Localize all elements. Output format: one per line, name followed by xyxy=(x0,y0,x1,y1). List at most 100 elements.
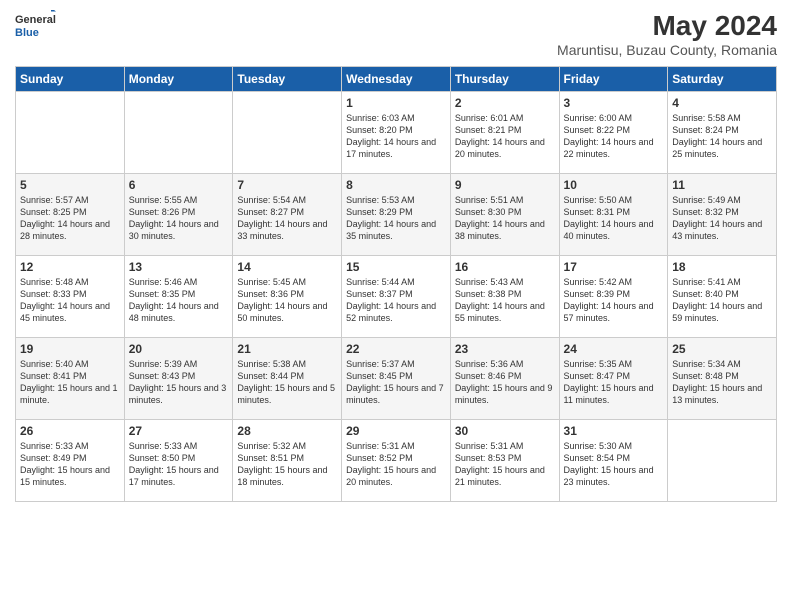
day-number: 12 xyxy=(20,260,120,274)
day-info: Sunrise: 5:36 AMSunset: 8:46 PMDaylight:… xyxy=(455,358,555,407)
day-info: Sunrise: 5:39 AMSunset: 8:43 PMDaylight:… xyxy=(129,358,229,407)
day-number: 17 xyxy=(564,260,664,274)
day-info: Sunrise: 5:32 AMSunset: 8:51 PMDaylight:… xyxy=(237,440,337,489)
day-info: Sunrise: 5:58 AMSunset: 8:24 PMDaylight:… xyxy=(672,112,772,161)
day-info: Sunrise: 6:00 AMSunset: 8:22 PMDaylight:… xyxy=(564,112,664,161)
page: General Blue May 2024 Maruntisu, Buzau C… xyxy=(0,0,792,612)
day-number: 18 xyxy=(672,260,772,274)
calendar-header-row: Sunday Monday Tuesday Wednesday Thursday… xyxy=(16,67,777,92)
col-saturday: Saturday xyxy=(668,67,777,92)
col-tuesday: Tuesday xyxy=(233,67,342,92)
calendar-cell-0-5: 3 Sunrise: 6:00 AMSunset: 8:22 PMDayligh… xyxy=(559,92,668,174)
day-number: 31 xyxy=(564,424,664,438)
calendar-cell-1-6: 11 Sunrise: 5:49 AMSunset: 8:32 PMDaylig… xyxy=(668,174,777,256)
subtitle: Maruntisu, Buzau County, Romania xyxy=(557,42,777,58)
day-number: 16 xyxy=(455,260,555,274)
day-number: 26 xyxy=(20,424,120,438)
calendar-cell-0-2 xyxy=(233,92,342,174)
calendar-cell-2-6: 18 Sunrise: 5:41 AMSunset: 8:40 PMDaylig… xyxy=(668,256,777,338)
day-info: Sunrise: 5:50 AMSunset: 8:31 PMDaylight:… xyxy=(564,194,664,243)
calendar-cell-0-4: 2 Sunrise: 6:01 AMSunset: 8:21 PMDayligh… xyxy=(450,92,559,174)
week-row-1: 1 Sunrise: 6:03 AMSunset: 8:20 PMDayligh… xyxy=(16,92,777,174)
day-number: 2 xyxy=(455,96,555,110)
week-row-4: 19 Sunrise: 5:40 AMSunset: 8:41 PMDaylig… xyxy=(16,338,777,420)
calendar-cell-1-4: 9 Sunrise: 5:51 AMSunset: 8:30 PMDayligh… xyxy=(450,174,559,256)
calendar-cell-2-0: 12 Sunrise: 5:48 AMSunset: 8:33 PMDaylig… xyxy=(16,256,125,338)
calendar-cell-1-3: 8 Sunrise: 5:53 AMSunset: 8:29 PMDayligh… xyxy=(342,174,451,256)
svg-text:General: General xyxy=(15,14,56,26)
day-number: 3 xyxy=(564,96,664,110)
day-info: Sunrise: 5:34 AMSunset: 8:48 PMDaylight:… xyxy=(672,358,772,407)
calendar-cell-2-4: 16 Sunrise: 5:43 AMSunset: 8:38 PMDaylig… xyxy=(450,256,559,338)
logo-icon: General Blue xyxy=(15,10,75,40)
calendar-cell-4-3: 29 Sunrise: 5:31 AMSunset: 8:52 PMDaylig… xyxy=(342,420,451,502)
day-number: 30 xyxy=(455,424,555,438)
calendar-cell-3-4: 23 Sunrise: 5:36 AMSunset: 8:46 PMDaylig… xyxy=(450,338,559,420)
calendar-cell-2-2: 14 Sunrise: 5:45 AMSunset: 8:36 PMDaylig… xyxy=(233,256,342,338)
week-row-5: 26 Sunrise: 5:33 AMSunset: 8:49 PMDaylig… xyxy=(16,420,777,502)
day-info: Sunrise: 5:49 AMSunset: 8:32 PMDaylight:… xyxy=(672,194,772,243)
day-info: Sunrise: 5:41 AMSunset: 8:40 PMDaylight:… xyxy=(672,276,772,325)
calendar-cell-0-0 xyxy=(16,92,125,174)
calendar-cell-2-1: 13 Sunrise: 5:46 AMSunset: 8:35 PMDaylig… xyxy=(124,256,233,338)
calendar-cell-2-3: 15 Sunrise: 5:44 AMSunset: 8:37 PMDaylig… xyxy=(342,256,451,338)
calendar-cell-4-0: 26 Sunrise: 5:33 AMSunset: 8:49 PMDaylig… xyxy=(16,420,125,502)
day-info: Sunrise: 5:33 AMSunset: 8:50 PMDaylight:… xyxy=(129,440,229,489)
day-number: 22 xyxy=(346,342,446,356)
day-number: 19 xyxy=(20,342,120,356)
day-info: Sunrise: 5:53 AMSunset: 8:29 PMDaylight:… xyxy=(346,194,446,243)
day-info: Sunrise: 5:44 AMSunset: 8:37 PMDaylight:… xyxy=(346,276,446,325)
day-number: 13 xyxy=(129,260,229,274)
day-number: 7 xyxy=(237,178,337,192)
day-info: Sunrise: 5:46 AMSunset: 8:35 PMDaylight:… xyxy=(129,276,229,325)
day-number: 27 xyxy=(129,424,229,438)
day-info: Sunrise: 5:31 AMSunset: 8:53 PMDaylight:… xyxy=(455,440,555,489)
calendar-cell-3-1: 20 Sunrise: 5:39 AMSunset: 8:43 PMDaylig… xyxy=(124,338,233,420)
header: General Blue May 2024 Maruntisu, Buzau C… xyxy=(15,10,777,58)
logo: General Blue xyxy=(15,10,75,40)
col-thursday: Thursday xyxy=(450,67,559,92)
day-info: Sunrise: 5:55 AMSunset: 8:26 PMDaylight:… xyxy=(129,194,229,243)
day-number: 15 xyxy=(346,260,446,274)
day-number: 23 xyxy=(455,342,555,356)
calendar-table: Sunday Monday Tuesday Wednesday Thursday… xyxy=(15,66,777,502)
calendar-cell-1-5: 10 Sunrise: 5:50 AMSunset: 8:31 PMDaylig… xyxy=(559,174,668,256)
day-number: 10 xyxy=(564,178,664,192)
day-number: 28 xyxy=(237,424,337,438)
day-info: Sunrise: 5:30 AMSunset: 8:54 PMDaylight:… xyxy=(564,440,664,489)
title-block: May 2024 Maruntisu, Buzau County, Romani… xyxy=(557,10,777,58)
day-info: Sunrise: 5:38 AMSunset: 8:44 PMDaylight:… xyxy=(237,358,337,407)
calendar-cell-3-2: 21 Sunrise: 5:38 AMSunset: 8:44 PMDaylig… xyxy=(233,338,342,420)
calendar-cell-2-5: 17 Sunrise: 5:42 AMSunset: 8:39 PMDaylig… xyxy=(559,256,668,338)
day-number: 24 xyxy=(564,342,664,356)
col-friday: Friday xyxy=(559,67,668,92)
main-title: May 2024 xyxy=(557,10,777,42)
day-number: 9 xyxy=(455,178,555,192)
day-info: Sunrise: 5:48 AMSunset: 8:33 PMDaylight:… xyxy=(20,276,120,325)
week-row-3: 12 Sunrise: 5:48 AMSunset: 8:33 PMDaylig… xyxy=(16,256,777,338)
day-number: 25 xyxy=(672,342,772,356)
day-info: Sunrise: 5:43 AMSunset: 8:38 PMDaylight:… xyxy=(455,276,555,325)
calendar-cell-3-3: 22 Sunrise: 5:37 AMSunset: 8:45 PMDaylig… xyxy=(342,338,451,420)
col-sunday: Sunday xyxy=(16,67,125,92)
day-number: 4 xyxy=(672,96,772,110)
day-info: Sunrise: 5:35 AMSunset: 8:47 PMDaylight:… xyxy=(564,358,664,407)
week-row-2: 5 Sunrise: 5:57 AMSunset: 8:25 PMDayligh… xyxy=(16,174,777,256)
day-number: 20 xyxy=(129,342,229,356)
calendar-cell-0-6: 4 Sunrise: 5:58 AMSunset: 8:24 PMDayligh… xyxy=(668,92,777,174)
day-info: Sunrise: 5:57 AMSunset: 8:25 PMDaylight:… xyxy=(20,194,120,243)
day-info: Sunrise: 5:37 AMSunset: 8:45 PMDaylight:… xyxy=(346,358,446,407)
calendar-cell-1-2: 7 Sunrise: 5:54 AMSunset: 8:27 PMDayligh… xyxy=(233,174,342,256)
calendar-cell-1-1: 6 Sunrise: 5:55 AMSunset: 8:26 PMDayligh… xyxy=(124,174,233,256)
day-info: Sunrise: 5:51 AMSunset: 8:30 PMDaylight:… xyxy=(455,194,555,243)
day-number: 21 xyxy=(237,342,337,356)
day-info: Sunrise: 5:45 AMSunset: 8:36 PMDaylight:… xyxy=(237,276,337,325)
day-number: 1 xyxy=(346,96,446,110)
day-info: Sunrise: 5:42 AMSunset: 8:39 PMDaylight:… xyxy=(564,276,664,325)
calendar-cell-3-5: 24 Sunrise: 5:35 AMSunset: 8:47 PMDaylig… xyxy=(559,338,668,420)
calendar-cell-4-1: 27 Sunrise: 5:33 AMSunset: 8:50 PMDaylig… xyxy=(124,420,233,502)
day-number: 29 xyxy=(346,424,446,438)
day-number: 14 xyxy=(237,260,337,274)
day-number: 11 xyxy=(672,178,772,192)
calendar-cell-3-6: 25 Sunrise: 5:34 AMSunset: 8:48 PMDaylig… xyxy=(668,338,777,420)
